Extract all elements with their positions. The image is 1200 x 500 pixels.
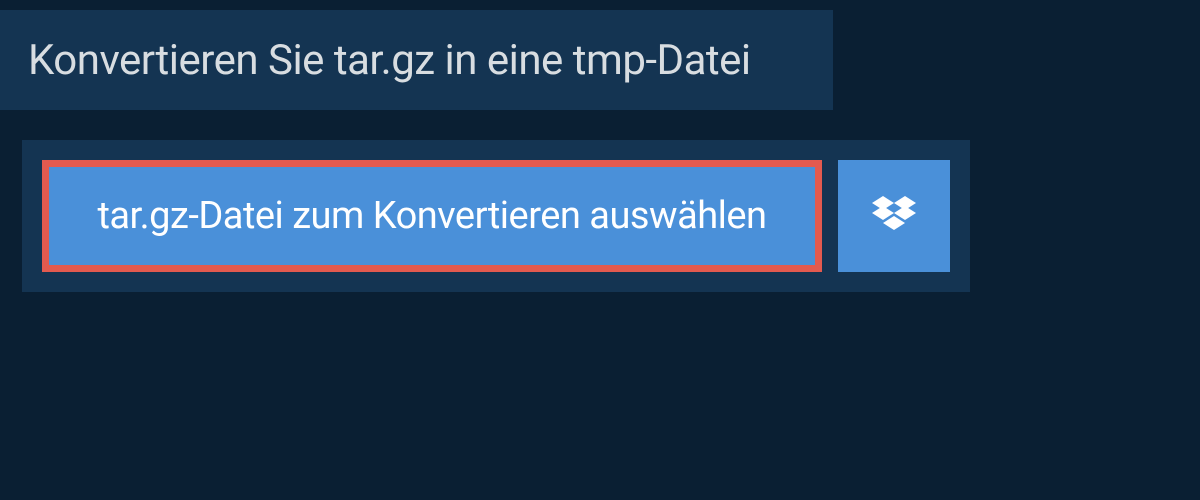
page-title: Konvertieren Sie tar.gz in eine tmp-Date… <box>28 36 751 85</box>
select-file-button[interactable]: tar.gz-Datei zum Konvertieren auswählen <box>42 160 822 272</box>
dropbox-button[interactable] <box>838 160 950 272</box>
action-panel: tar.gz-Datei zum Konvertieren auswählen <box>22 140 970 292</box>
dropbox-icon <box>872 196 916 236</box>
header-bar: Konvertieren Sie tar.gz in eine tmp-Date… <box>0 10 833 110</box>
select-file-label: tar.gz-Datei zum Konvertieren auswählen <box>97 194 766 238</box>
